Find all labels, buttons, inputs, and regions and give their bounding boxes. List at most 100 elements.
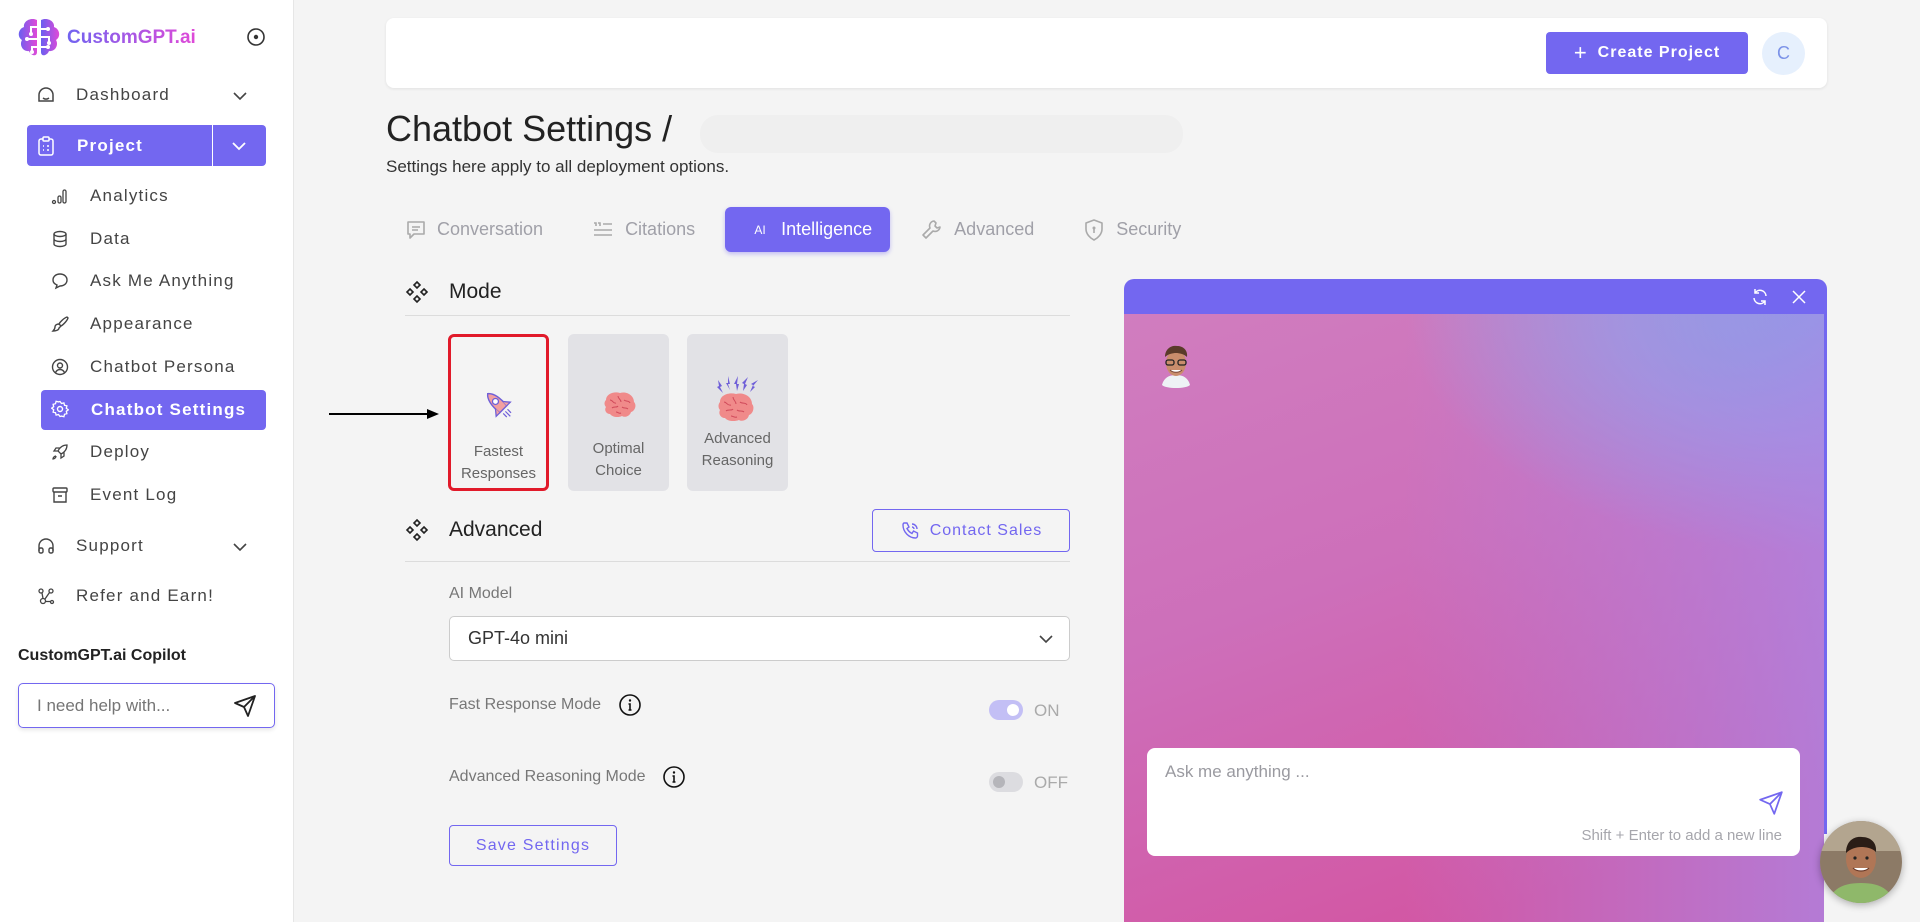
message-square-icon — [407, 220, 425, 239]
settings-tabs: Conversation Citations AI Intelligence A… — [405, 207, 1211, 252]
database-icon — [50, 229, 70, 249]
send-icon[interactable] — [233, 694, 257, 718]
project-name-redacted — [700, 115, 1183, 153]
sidebar-item-chatbot-settings[interactable]: Chatbot Settings — [41, 390, 266, 430]
mode-option-fastest-responses[interactable]: Fastest Responses — [448, 334, 549, 491]
share-nodes-icon — [36, 586, 56, 606]
tab-advanced[interactable]: Advanced — [902, 207, 1052, 252]
chevron-down-icon[interactable] — [231, 87, 249, 105]
bar-chart-icon — [50, 186, 70, 206]
mode-section-header: Mode — [405, 280, 502, 304]
close-icon[interactable] — [1791, 289, 1807, 305]
copilot-input[interactable] — [37, 695, 227, 716]
project-label: Project — [77, 135, 144, 155]
send-icon[interactable] — [1758, 790, 1784, 816]
chat-input-box[interactable]: Ask me anything ... Shift + Enter to add… — [1147, 748, 1800, 856]
advanced-reasoning-mode-toggle[interactable] — [989, 772, 1023, 792]
tab-label: Intelligence — [781, 219, 873, 239]
advanced-reasoning-mode-row: Advanced Reasoning Mode — [449, 765, 686, 789]
tab-label: Citations — [625, 219, 696, 239]
copilot-input-box — [18, 683, 275, 728]
sidebar-item-refer-and-earn[interactable]: Refer and Earn! — [36, 586, 214, 606]
brain-lightning-illustration-icon — [712, 354, 764, 424]
create-project-button[interactable]: + Create Project — [1546, 32, 1748, 74]
sidebar-item-label: Deploy — [90, 442, 151, 461]
chat-scrollbar[interactable] — [1824, 314, 1827, 834]
divider — [212, 125, 213, 166]
refresh-icon[interactable] — [1751, 288, 1769, 306]
chat-header — [1124, 279, 1827, 314]
user-avatar[interactable]: C — [1762, 32, 1805, 75]
sidebar-item-appearance[interactable]: Appearance — [50, 314, 194, 334]
mode-label: Choice — [595, 462, 642, 479]
support-agent-avatar[interactable] — [1820, 821, 1902, 903]
theme-toggle-icon[interactable] — [246, 27, 266, 47]
sidebar-item-project[interactable]: Project — [27, 125, 266, 166]
ai-model-label: AI Model — [449, 585, 513, 602]
save-settings-button[interactable]: Save Settings — [449, 825, 617, 866]
mode-heading: Mode — [449, 280, 502, 303]
logo[interactable]: CustomGPT.ai — [17, 17, 196, 59]
create-project-label: Create Project — [1597, 44, 1721, 61]
sidebar-item-chatbot-persona[interactable]: Chatbot Persona — [50, 357, 236, 377]
mode-option-advanced-reasoning[interactable]: Advanced Reasoning — [687, 334, 788, 491]
chat-body: Ask me anything ... Shift + Enter to add… — [1124, 314, 1824, 922]
info-icon[interactable] — [618, 693, 642, 717]
chat-preview: Ask me anything ... Shift + Enter to add… — [1124, 279, 1827, 922]
sidebar-item-label: Analytics — [90, 186, 169, 205]
fast-response-mode-toggle[interactable] — [989, 700, 1023, 720]
shield-icon — [1085, 218, 1104, 241]
mode-label: Fastest — [473, 443, 524, 460]
quote-list-icon — [594, 221, 613, 236]
chevron-down-icon — [1039, 635, 1053, 644]
chevron-down-icon[interactable] — [230, 137, 248, 155]
sidebar: CustomGPT.ai Dashboard Project Analytics… — [0, 0, 294, 922]
chat-input-hint: Shift + Enter to add a new line — [1581, 827, 1782, 844]
mode-option-optimal-choice[interactable]: Optimal Choice — [568, 334, 669, 491]
chat-bubble-icon — [50, 271, 70, 291]
tab-citations[interactable]: Citations — [573, 207, 713, 252]
sidebar-item-ask-me-anything[interactable]: Ask Me Anything — [50, 271, 235, 291]
diamonds-icon — [405, 518, 429, 542]
sidebar-item-deploy[interactable]: Deploy — [50, 442, 150, 462]
sidebar-item-analytics[interactable]: Analytics — [50, 186, 169, 206]
chevron-down-icon[interactable] — [231, 538, 249, 556]
sidebar-item-event-log[interactable]: Event Log — [50, 485, 177, 505]
tab-security[interactable]: Security — [1064, 207, 1199, 252]
mode-label: Optimal — [592, 440, 645, 457]
contact-sales-button[interactable]: Contact Sales — [872, 509, 1070, 552]
mode-label: Advanced — [704, 430, 771, 447]
ai-model-select[interactable]: GPT-4o mini — [449, 616, 1070, 661]
tab-label: Conversation — [437, 219, 544, 239]
fast-response-mode-state: ON — [1034, 701, 1060, 720]
sidebar-item-label: Dashboard — [76, 85, 170, 104]
diamonds-icon — [405, 280, 429, 304]
phone-icon — [901, 521, 918, 539]
home-icon — [36, 85, 56, 105]
brain-illustration-icon — [600, 352, 638, 422]
wrench-icon — [922, 219, 941, 239]
divider — [405, 315, 1070, 316]
tab-label: Security — [1116, 219, 1182, 239]
sidebar-item-support[interactable]: Support — [36, 536, 266, 556]
headphones-icon — [36, 536, 56, 556]
rocket-illustration-icon — [479, 355, 519, 425]
sidebar-item-label: Chatbot Persona — [90, 357, 236, 376]
sidebar-item-label: Data — [90, 229, 131, 248]
info-icon[interactable] — [662, 765, 686, 789]
tab-intelligence[interactable]: AI Intelligence — [725, 207, 891, 252]
logo-text: CustomGPT.ai — [67, 27, 196, 48]
ai-model-value: GPT-4o mini — [468, 628, 569, 648]
tab-conversation[interactable]: Conversation — [405, 207, 561, 252]
user-circle-icon — [50, 357, 70, 377]
plus-icon: + — [1573, 40, 1588, 65]
paintbrush-icon — [50, 314, 70, 334]
mode-label: Responses — [460, 465, 537, 482]
chat-input-placeholder: Ask me anything ... — [1165, 762, 1310, 781]
sidebar-item-data[interactable]: Data — [50, 229, 131, 249]
page-title: Chatbot Settings / — [386, 108, 673, 149]
tab-label: Advanced — [954, 219, 1035, 239]
page-subtitle: Settings here apply to all deployment op… — [386, 157, 730, 176]
copilot-title: CustomGPT.ai Copilot — [18, 647, 186, 664]
sidebar-item-dashboard[interactable]: Dashboard — [36, 85, 266, 105]
